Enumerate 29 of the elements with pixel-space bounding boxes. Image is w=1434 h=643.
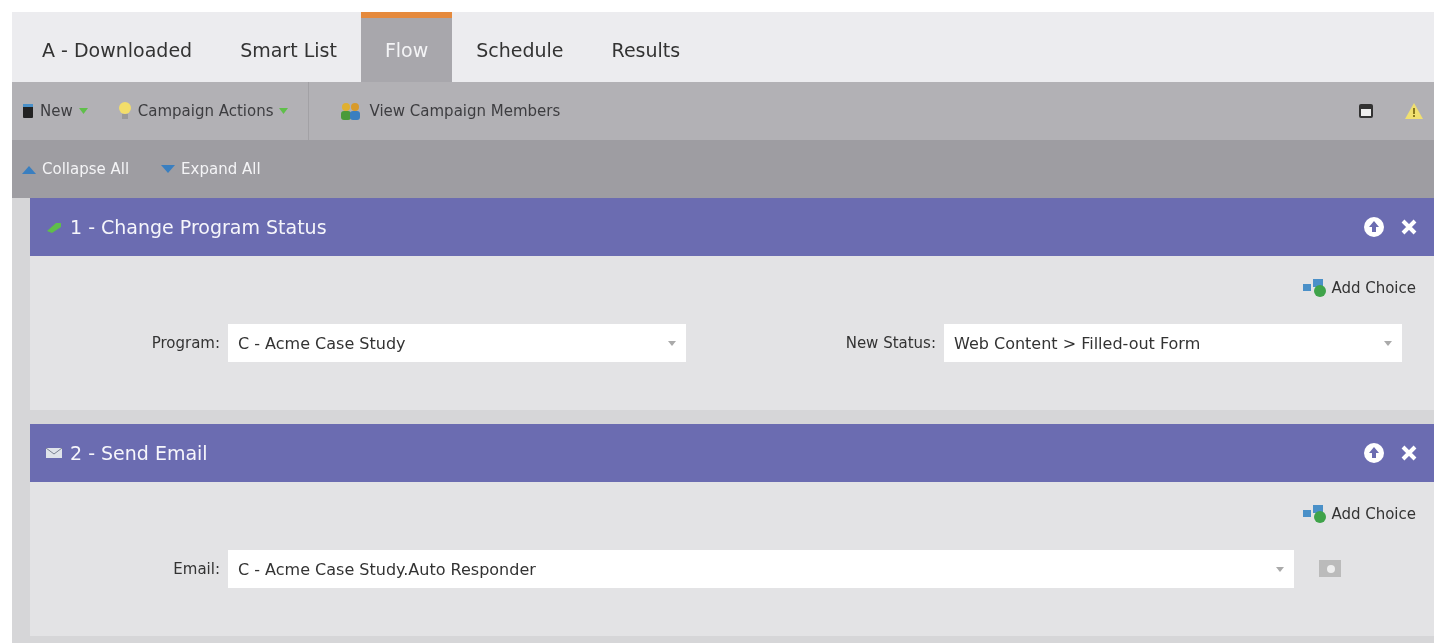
tab[interactable]: Results xyxy=(587,12,705,82)
select-field[interactable]: C - Acme Case Study xyxy=(228,324,686,362)
caret-up-icon xyxy=(22,164,36,174)
step-title: 1 - Change Program Status xyxy=(70,216,327,238)
toolbar-button[interactable]: New xyxy=(22,102,88,120)
step-title: 2 - Send Email xyxy=(70,442,208,464)
close-icon[interactable] xyxy=(1400,218,1418,236)
arrow-up-circle-icon[interactable] xyxy=(1364,443,1384,463)
toolbar-button[interactable]: View Campaign Members xyxy=(339,101,561,121)
warning-icon[interactable] xyxy=(1404,102,1424,120)
select-field[interactable]: Web Content > Filled-out Form xyxy=(944,324,1402,362)
window-icon[interactable] xyxy=(1358,103,1374,119)
envelope-icon xyxy=(46,447,62,459)
field-label: Email: xyxy=(173,560,220,578)
tab[interactable]: A - Downloaded xyxy=(18,12,217,82)
bucket-icon xyxy=(22,103,34,119)
arrow-up-circle-icon[interactable] xyxy=(1364,217,1384,237)
toolbar-button[interactable]: Campaign Actions xyxy=(117,101,289,121)
tab[interactable]: Smart List xyxy=(216,12,361,82)
caret-down-icon xyxy=(161,164,176,174)
lightbulb-icon xyxy=(117,101,132,121)
select-field[interactable]: C - Acme Case Study.Auto Responder xyxy=(228,550,1294,588)
tag-icon xyxy=(46,221,62,233)
tab[interactable]: Schedule xyxy=(452,12,588,82)
field-label: Program: xyxy=(151,334,220,352)
close-icon[interactable] xyxy=(1400,444,1418,462)
field-label: New Status: xyxy=(845,334,936,352)
add-choice-button[interactable]: Add Choice xyxy=(1303,278,1416,298)
add-choice-button[interactable]: Add Choice xyxy=(1303,504,1416,524)
